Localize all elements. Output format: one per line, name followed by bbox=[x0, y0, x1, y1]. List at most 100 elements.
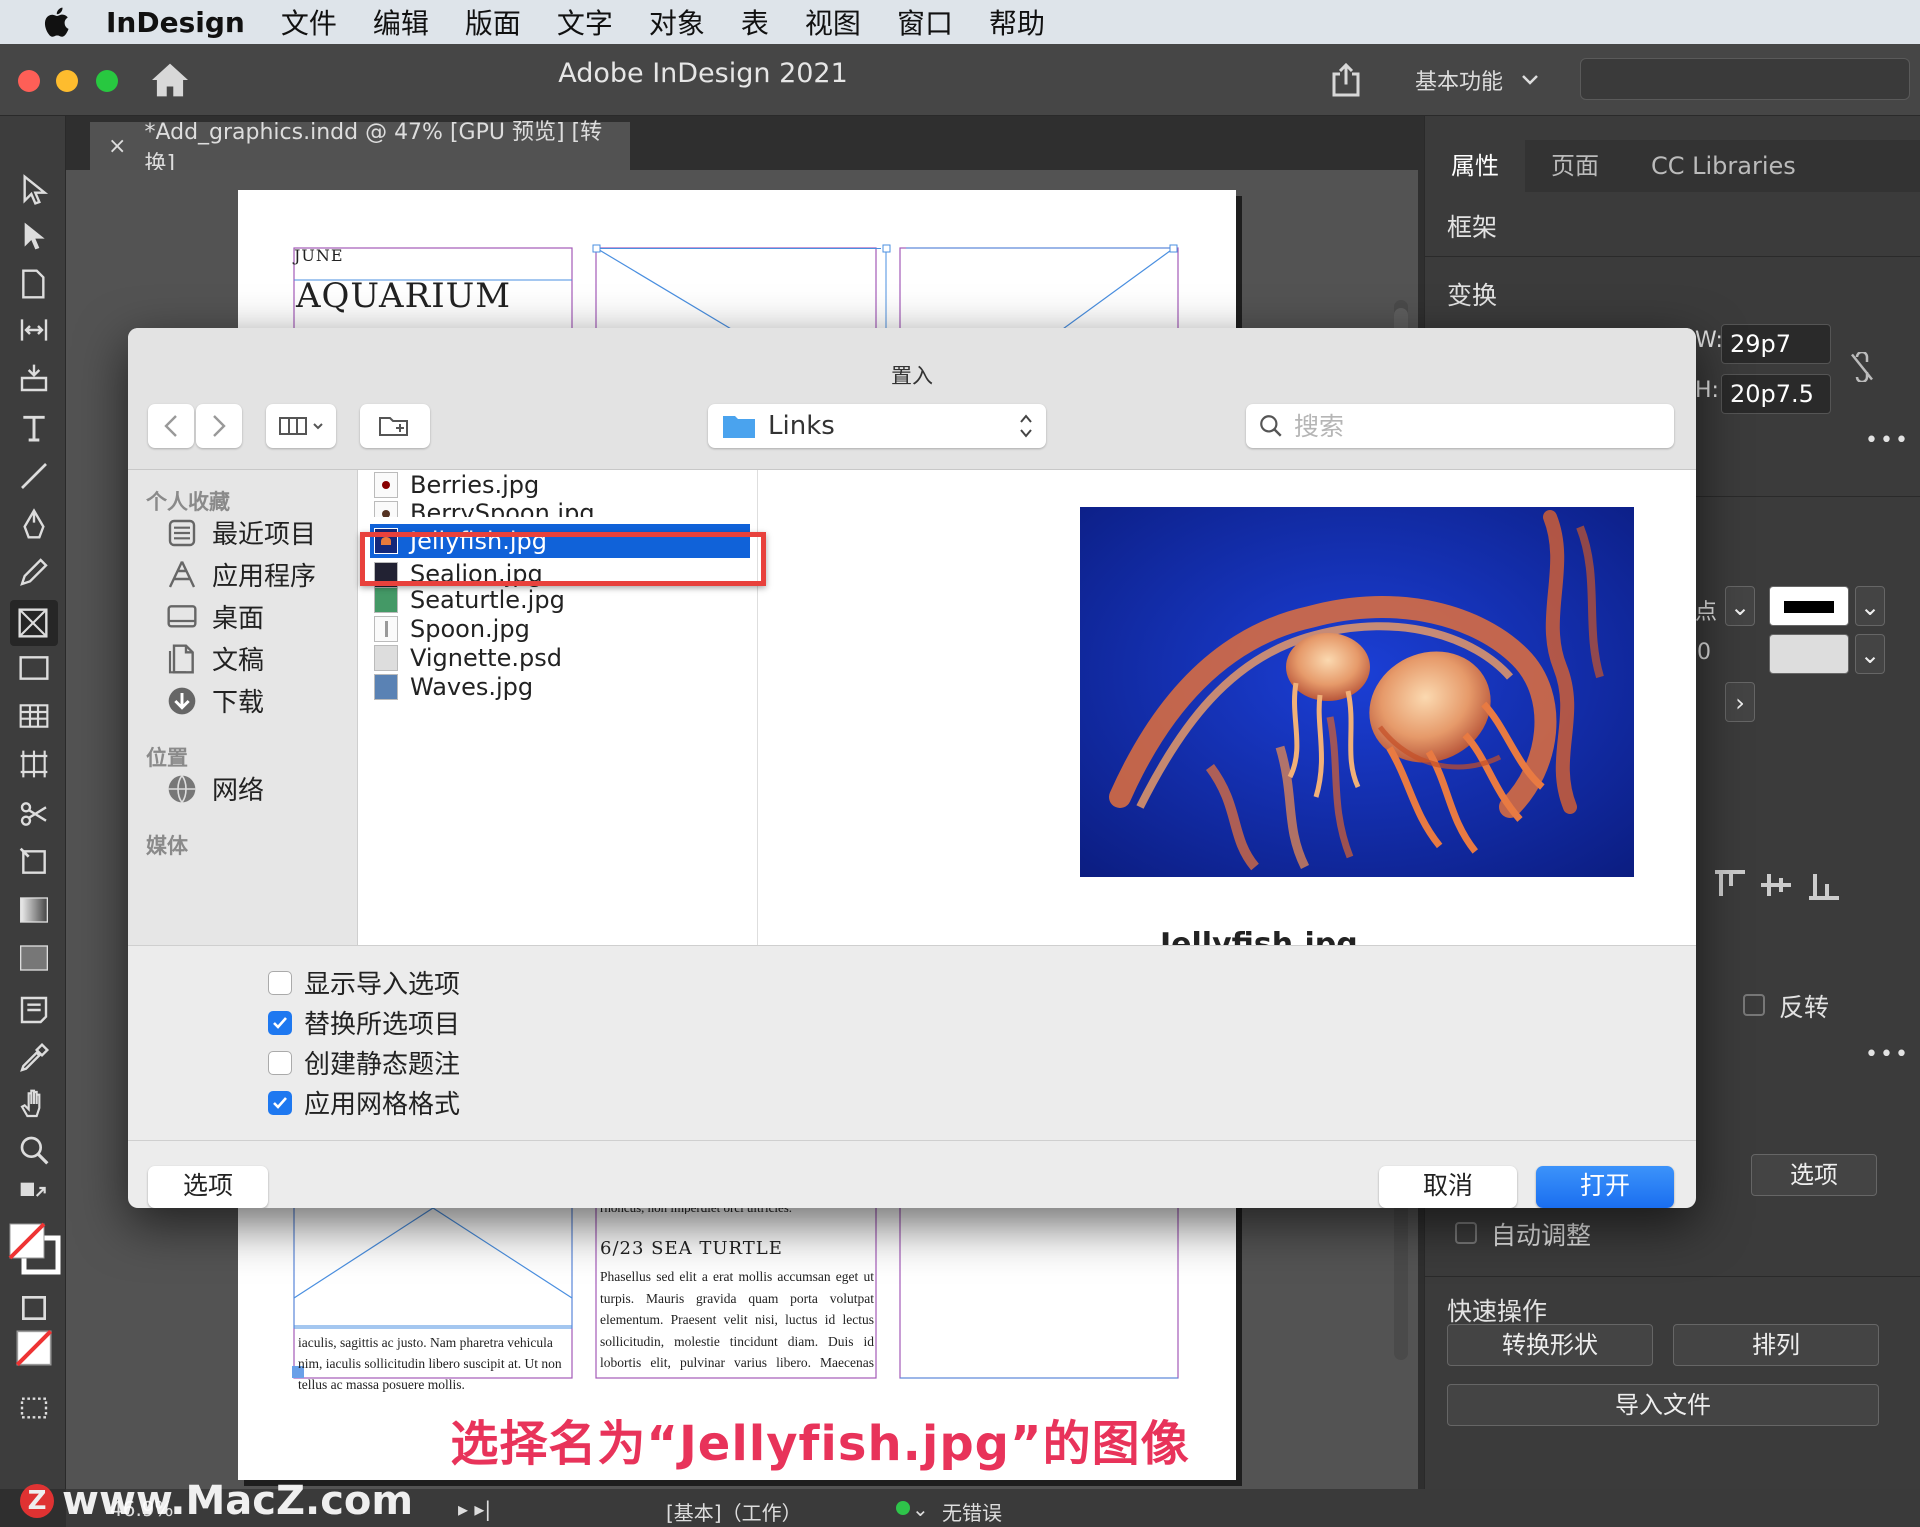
menu-help[interactable]: 帮助 bbox=[989, 2, 1045, 42]
tab-pages[interactable]: 页面 bbox=[1525, 140, 1625, 192]
stroke-type-dropdown[interactable]: ⌄ bbox=[1855, 586, 1885, 626]
frame-fitting-options-button[interactable]: 选项 bbox=[1751, 1154, 1877, 1196]
sidebar-item-desktop[interactable]: 桌面 bbox=[166, 598, 264, 635]
file-row-waves[interactable]: Waves.jpg bbox=[370, 670, 750, 704]
swap-fill-stroke-icon[interactable] bbox=[18, 1180, 50, 1212]
menu-table[interactable]: 表 bbox=[741, 2, 769, 42]
checkmark-icon bbox=[273, 1096, 287, 1109]
view-mode-button[interactable] bbox=[266, 404, 336, 448]
gradient-swatch-tool-icon[interactable] bbox=[18, 894, 50, 926]
page-nav-arrows[interactable]: ▸ ▸| bbox=[458, 1497, 491, 1521]
gap-tool-icon[interactable] bbox=[18, 314, 50, 346]
flip-checkbox[interactable] bbox=[1743, 994, 1765, 1016]
cancel-button[interactable]: 取消 bbox=[1379, 1166, 1517, 1208]
arrange-button[interactable]: 排列 bbox=[1673, 1324, 1879, 1366]
documents-icon bbox=[168, 643, 194, 674]
apply-grid-format-checkbox[interactable] bbox=[268, 1090, 292, 1115]
direct-selection-tool-icon[interactable] bbox=[18, 220, 50, 252]
corner-shape-dropdown[interactable]: ⌄ bbox=[1855, 634, 1885, 674]
back-button[interactable] bbox=[148, 404, 194, 448]
menu-type[interactable]: 文字 bbox=[557, 2, 613, 42]
corner-size-value[interactable]: 0 bbox=[1697, 640, 1711, 665]
grid-tool-icon[interactable] bbox=[18, 748, 50, 780]
gradient-feather-tool-icon[interactable] bbox=[18, 942, 50, 974]
formatting-affects-container-icon[interactable] bbox=[18, 1292, 50, 1324]
stroke-weight-dropdown[interactable]: ⌄ bbox=[1725, 586, 1755, 626]
convert-shape-button[interactable]: 转换形状 bbox=[1447, 1324, 1653, 1366]
tutorial-caption: 选择名为“Jellyfish.jpg”的图像 bbox=[450, 1416, 1190, 1472]
replace-selected-checkbox[interactable] bbox=[268, 1010, 292, 1035]
scissors-tool-icon[interactable] bbox=[18, 798, 50, 830]
pen-tool-icon[interactable] bbox=[18, 508, 50, 540]
dialog-search-field[interactable] bbox=[1246, 404, 1674, 448]
pencil-tool-icon[interactable] bbox=[18, 556, 50, 588]
preflight-profile[interactable]: [基本]（工作） bbox=[666, 1497, 802, 1526]
more-options-icon[interactable]: ••• bbox=[1865, 428, 1910, 453]
width-field[interactable]: 29p7 bbox=[1721, 324, 1831, 364]
share-icon[interactable] bbox=[1328, 62, 1364, 98]
sidebar-item-network[interactable]: 网络 bbox=[166, 770, 264, 807]
corner-shape-swatch[interactable] bbox=[1769, 634, 1849, 674]
open-button[interactable]: 打开 bbox=[1536, 1166, 1674, 1208]
replace-selected-row[interactable]: 替换所选项目 bbox=[268, 1004, 460, 1041]
zoom-tool-icon[interactable] bbox=[18, 1134, 50, 1166]
line-tool-icon[interactable] bbox=[18, 460, 50, 492]
page-tool-icon[interactable] bbox=[18, 268, 50, 300]
sidebar-item-recents[interactable]: 最近项目 bbox=[166, 514, 316, 551]
more-options-icon-2[interactable]: ••• bbox=[1865, 1042, 1910, 1067]
search-icon bbox=[1260, 415, 1282, 437]
apple-icon[interactable] bbox=[40, 4, 76, 40]
selection-tool-icon[interactable] bbox=[18, 174, 50, 206]
downloads-icon bbox=[168, 687, 196, 714]
folder-icon bbox=[723, 416, 755, 438]
tab-cc-libraries[interactable]: CC Libraries bbox=[1625, 140, 1822, 192]
rectangle-tool-icon[interactable] bbox=[18, 652, 50, 684]
path-popup[interactable]: Links bbox=[708, 404, 1046, 448]
workspace-switcher[interactable]: 基本功能 bbox=[1415, 64, 1539, 96]
stock-search-field[interactable] bbox=[1580, 58, 1910, 100]
stroke-type-swatch[interactable] bbox=[1769, 586, 1849, 626]
menu-file[interactable]: 文件 bbox=[281, 2, 337, 42]
constrain-proportions-icon[interactable] bbox=[1847, 352, 1877, 382]
menu-layout[interactable]: 版面 bbox=[465, 2, 521, 42]
menu-view[interactable]: 视图 bbox=[805, 2, 861, 42]
fx-expand-button[interactable]: › bbox=[1725, 682, 1755, 722]
preflight-status: 无错误 bbox=[942, 1501, 1002, 1525]
table-tool-icon[interactable] bbox=[18, 700, 50, 732]
create-static-captions-checkbox[interactable] bbox=[268, 1050, 292, 1075]
hand-tool-icon[interactable] bbox=[18, 1088, 50, 1120]
note-tool-icon[interactable] bbox=[18, 994, 50, 1026]
show-import-options-row[interactable]: 显示导入选项 bbox=[268, 964, 460, 1001]
search-input[interactable] bbox=[1294, 411, 1654, 441]
new-folder-button[interactable] bbox=[360, 404, 430, 448]
apply-grid-format-row[interactable]: 应用网格格式 bbox=[268, 1084, 460, 1121]
file-row-berryspoon[interactable]: BerrySpoon.jpg bbox=[370, 497, 750, 517]
sidebar-item-documents[interactable]: 文稿 bbox=[166, 640, 264, 677]
forward-button[interactable] bbox=[196, 404, 242, 448]
rectangle-frame-tool[interactable] bbox=[10, 600, 58, 646]
height-label: H: bbox=[1695, 378, 1719, 403]
menu-window[interactable]: 窗口 bbox=[897, 2, 953, 42]
menu-app-name[interactable]: InDesign bbox=[106, 6, 245, 39]
document-tab[interactable]: × *Add_graphics.indd @ 47% [GPU 预览] [转换] bbox=[90, 120, 630, 177]
show-import-options-checkbox[interactable] bbox=[268, 970, 292, 995]
close-tab-icon[interactable]: × bbox=[108, 134, 126, 159]
chevron-down-icon[interactable]: ⌄ bbox=[912, 1497, 929, 1521]
apply-none-icon[interactable] bbox=[14, 1328, 54, 1368]
tab-properties[interactable]: 属性 bbox=[1425, 140, 1525, 192]
create-static-captions-row[interactable]: 创建静态题注 bbox=[268, 1044, 460, 1081]
eyedropper-tool-icon[interactable] bbox=[18, 1042, 50, 1074]
selection-highlight-annotation bbox=[360, 532, 766, 586]
menu-object[interactable]: 对象 bbox=[649, 2, 705, 42]
sidebar-item-applications[interactable]: 应用程序 bbox=[166, 556, 316, 593]
type-tool-icon[interactable] bbox=[18, 412, 50, 444]
options-button[interactable]: 选项 bbox=[148, 1166, 268, 1208]
auto-fit-checkbox[interactable] bbox=[1455, 1222, 1477, 1244]
align-icons[interactable] bbox=[1711, 868, 1841, 902]
free-transform-tool-icon[interactable] bbox=[18, 846, 50, 878]
content-collector-icon[interactable] bbox=[18, 362, 50, 394]
fill-stroke-icon[interactable] bbox=[8, 1222, 62, 1276]
height-field[interactable]: 20p7.5 bbox=[1721, 374, 1831, 414]
sidebar-item-downloads[interactable]: 下载 bbox=[166, 682, 264, 719]
menu-edit[interactable]: 编辑 bbox=[373, 2, 429, 42]
